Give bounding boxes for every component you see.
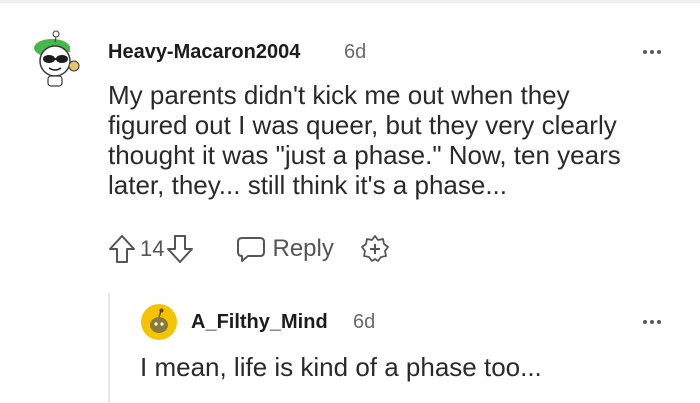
top-divider xyxy=(0,0,700,3)
award-button[interactable] xyxy=(360,234,390,264)
vote-count: 14 xyxy=(140,236,165,261)
snoo-avatar-yellow-icon[interactable] xyxy=(140,303,178,341)
reply-label: Reply xyxy=(272,235,334,262)
snoo-avatar-sunglasses-icon[interactable] xyxy=(30,26,92,88)
comment-body-line: figured out I was queer, but they very c… xyxy=(108,110,617,140)
more-options-icon[interactable] xyxy=(643,50,661,54)
upvote-arrow-icon[interactable] xyxy=(108,234,136,264)
downvote-arrow-icon[interactable] xyxy=(166,234,194,264)
comment-age: 6d xyxy=(344,41,367,63)
reply-button[interactable]: Reply xyxy=(236,235,334,263)
comment-body: My parents didn't kick me out when they … xyxy=(108,80,668,200)
chat-bubble-icon xyxy=(237,237,266,262)
comment-username[interactable]: Heavy-Macaron2004 xyxy=(108,41,300,64)
reply-age: 6d xyxy=(353,311,376,333)
comment-body-line: thought it was "just a phase." Now, ten … xyxy=(108,140,621,170)
award-plus-icon xyxy=(360,235,389,262)
more-options-icon[interactable] xyxy=(643,320,661,324)
reply-body: I mean, life is kind of a phase too... xyxy=(140,352,542,382)
reply-username[interactable]: A_Filthy_Mind xyxy=(191,311,328,334)
comment-body-line: later, they... still think it's a phase.… xyxy=(108,170,508,200)
thread-line[interactable] xyxy=(108,293,110,403)
comment-actions: 14 Reply xyxy=(108,232,390,266)
comment-body-line: My parents didn't kick me out when they xyxy=(108,80,570,110)
